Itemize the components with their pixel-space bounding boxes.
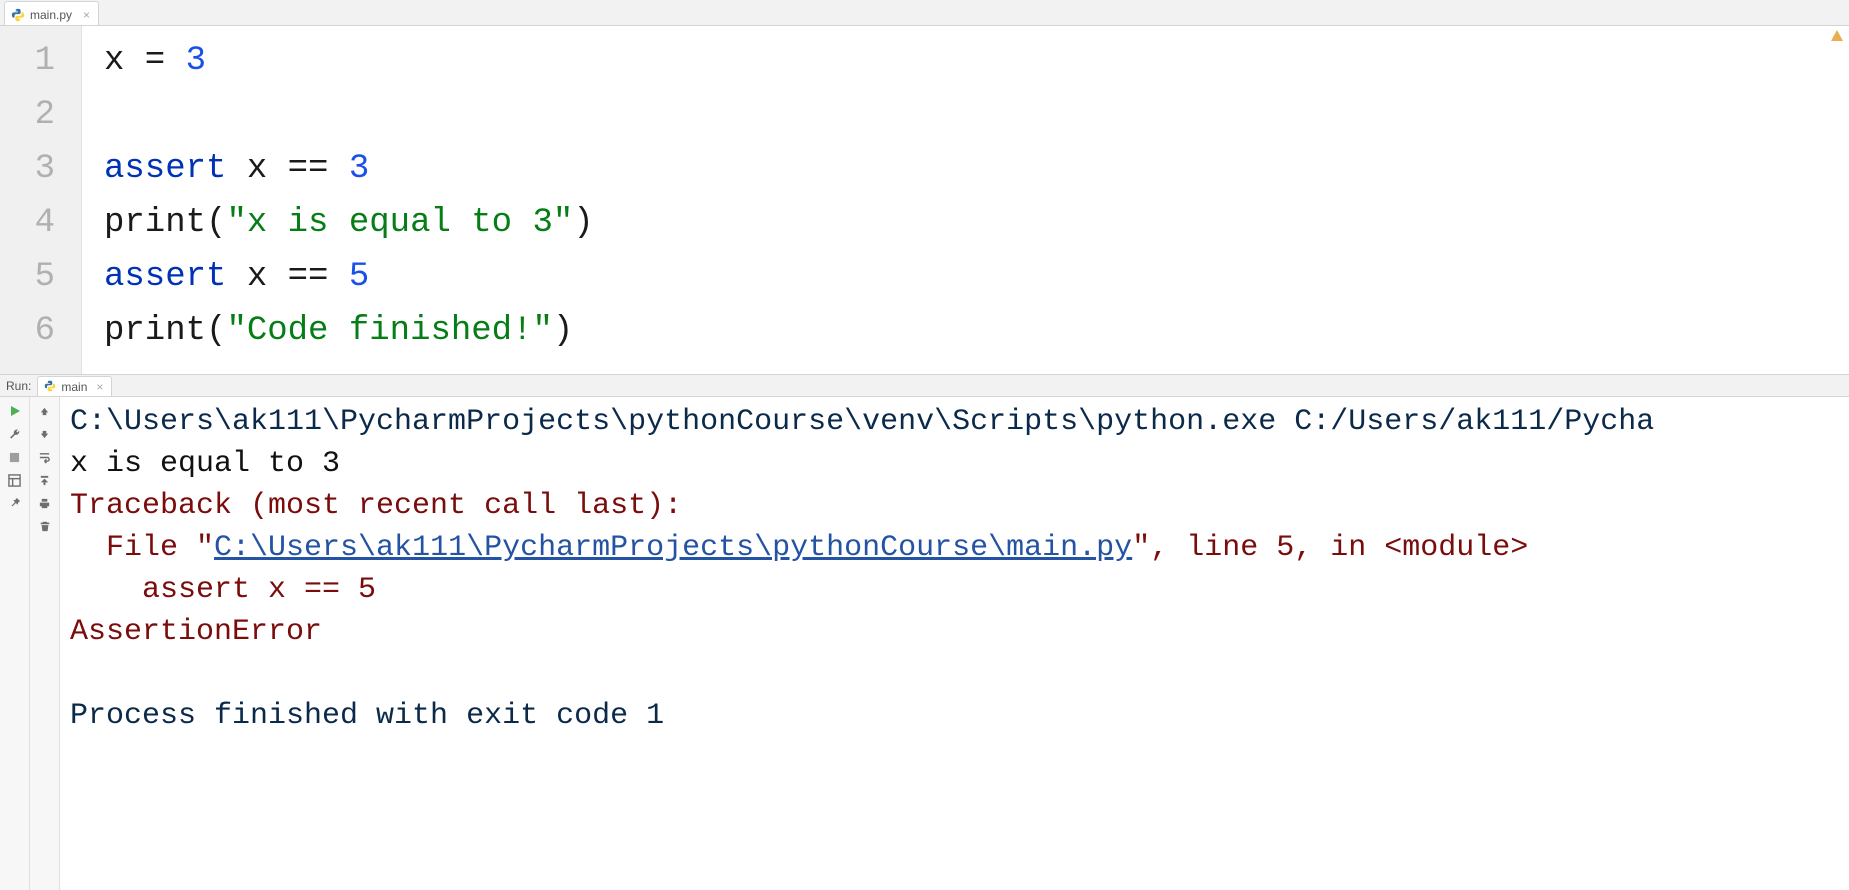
console-exit-line: Process finished with exit code 1 (70, 699, 664, 733)
run-toolbar-secondary (30, 397, 60, 890)
line-number: 4 (0, 196, 81, 250)
line-number: 5 (0, 250, 81, 304)
pin-icon[interactable] (4, 493, 26, 513)
up-arrow-icon[interactable] (34, 401, 56, 421)
down-arrow-icon[interactable] (34, 424, 56, 444)
console-command-line: C:\Users\ak111\PycharmProjects\pythonCou… (70, 405, 1654, 439)
line-number: 3 (0, 142, 81, 196)
code-line: print("Code finished!") (104, 312, 573, 350)
scroll-to-end-icon[interactable] (34, 470, 56, 490)
stop-button[interactable] (4, 447, 26, 467)
console-stdout-line: x is equal to 3 (70, 447, 340, 481)
close-icon[interactable]: × (96, 380, 103, 394)
console-error-name: AssertionError (70, 615, 322, 649)
rerun-button[interactable] (4, 401, 26, 421)
code-text-area[interactable]: x = 3 assert x == 3 print("x is equal to… (82, 26, 594, 374)
console-traceback-code: assert x == 5 (70, 573, 376, 607)
traceback-file-link[interactable]: C:\Users\ak111\PycharmProjects\pythonCou… (214, 531, 1132, 565)
trash-icon[interactable] (34, 516, 56, 536)
python-file-icon (11, 8, 25, 22)
run-panel: C:\Users\ak111\PycharmProjects\pythonCou… (0, 397, 1849, 890)
print-icon[interactable] (34, 493, 56, 513)
line-number: 2 (0, 88, 81, 142)
console-traceback-file: File "C:\Users\ak111\PycharmProjects\pyt… (70, 531, 1528, 565)
run-tab-label: main (61, 380, 87, 394)
warning-icon[interactable] (1831, 30, 1843, 41)
run-label: Run: (6, 379, 31, 393)
soft-wrap-icon[interactable] (34, 447, 56, 467)
code-line: x = 3 (104, 42, 206, 80)
run-panel-header: Run: main × (0, 375, 1849, 397)
wrench-icon[interactable] (4, 424, 26, 444)
close-icon[interactable]: × (83, 8, 90, 22)
console-traceback-header: Traceback (most recent call last): (70, 489, 682, 523)
code-editor: 1 2 3 4 5 6 x = 3 assert x == 3 print("x… (0, 26, 1849, 375)
code-line: print("x is equal to 3") (104, 204, 594, 242)
line-number: 1 (0, 34, 81, 88)
editor-tab-bar: main.py × (0, 0, 1849, 26)
line-number-gutter: 1 2 3 4 5 6 (0, 26, 82, 374)
layout-icon[interactable] (4, 470, 26, 490)
file-tab-main-py[interactable]: main.py × (4, 1, 99, 25)
file-tab-label: main.py (30, 8, 72, 22)
console-output[interactable]: C:\Users\ak111\PycharmProjects\pythonCou… (60, 397, 1849, 890)
run-toolbar-primary (0, 397, 30, 890)
run-tab-main[interactable]: main × (37, 376, 112, 396)
line-number: 6 (0, 304, 81, 358)
python-file-icon (44, 380, 56, 395)
code-line: assert x == 5 (104, 258, 369, 296)
code-line: assert x == 3 (104, 150, 369, 188)
